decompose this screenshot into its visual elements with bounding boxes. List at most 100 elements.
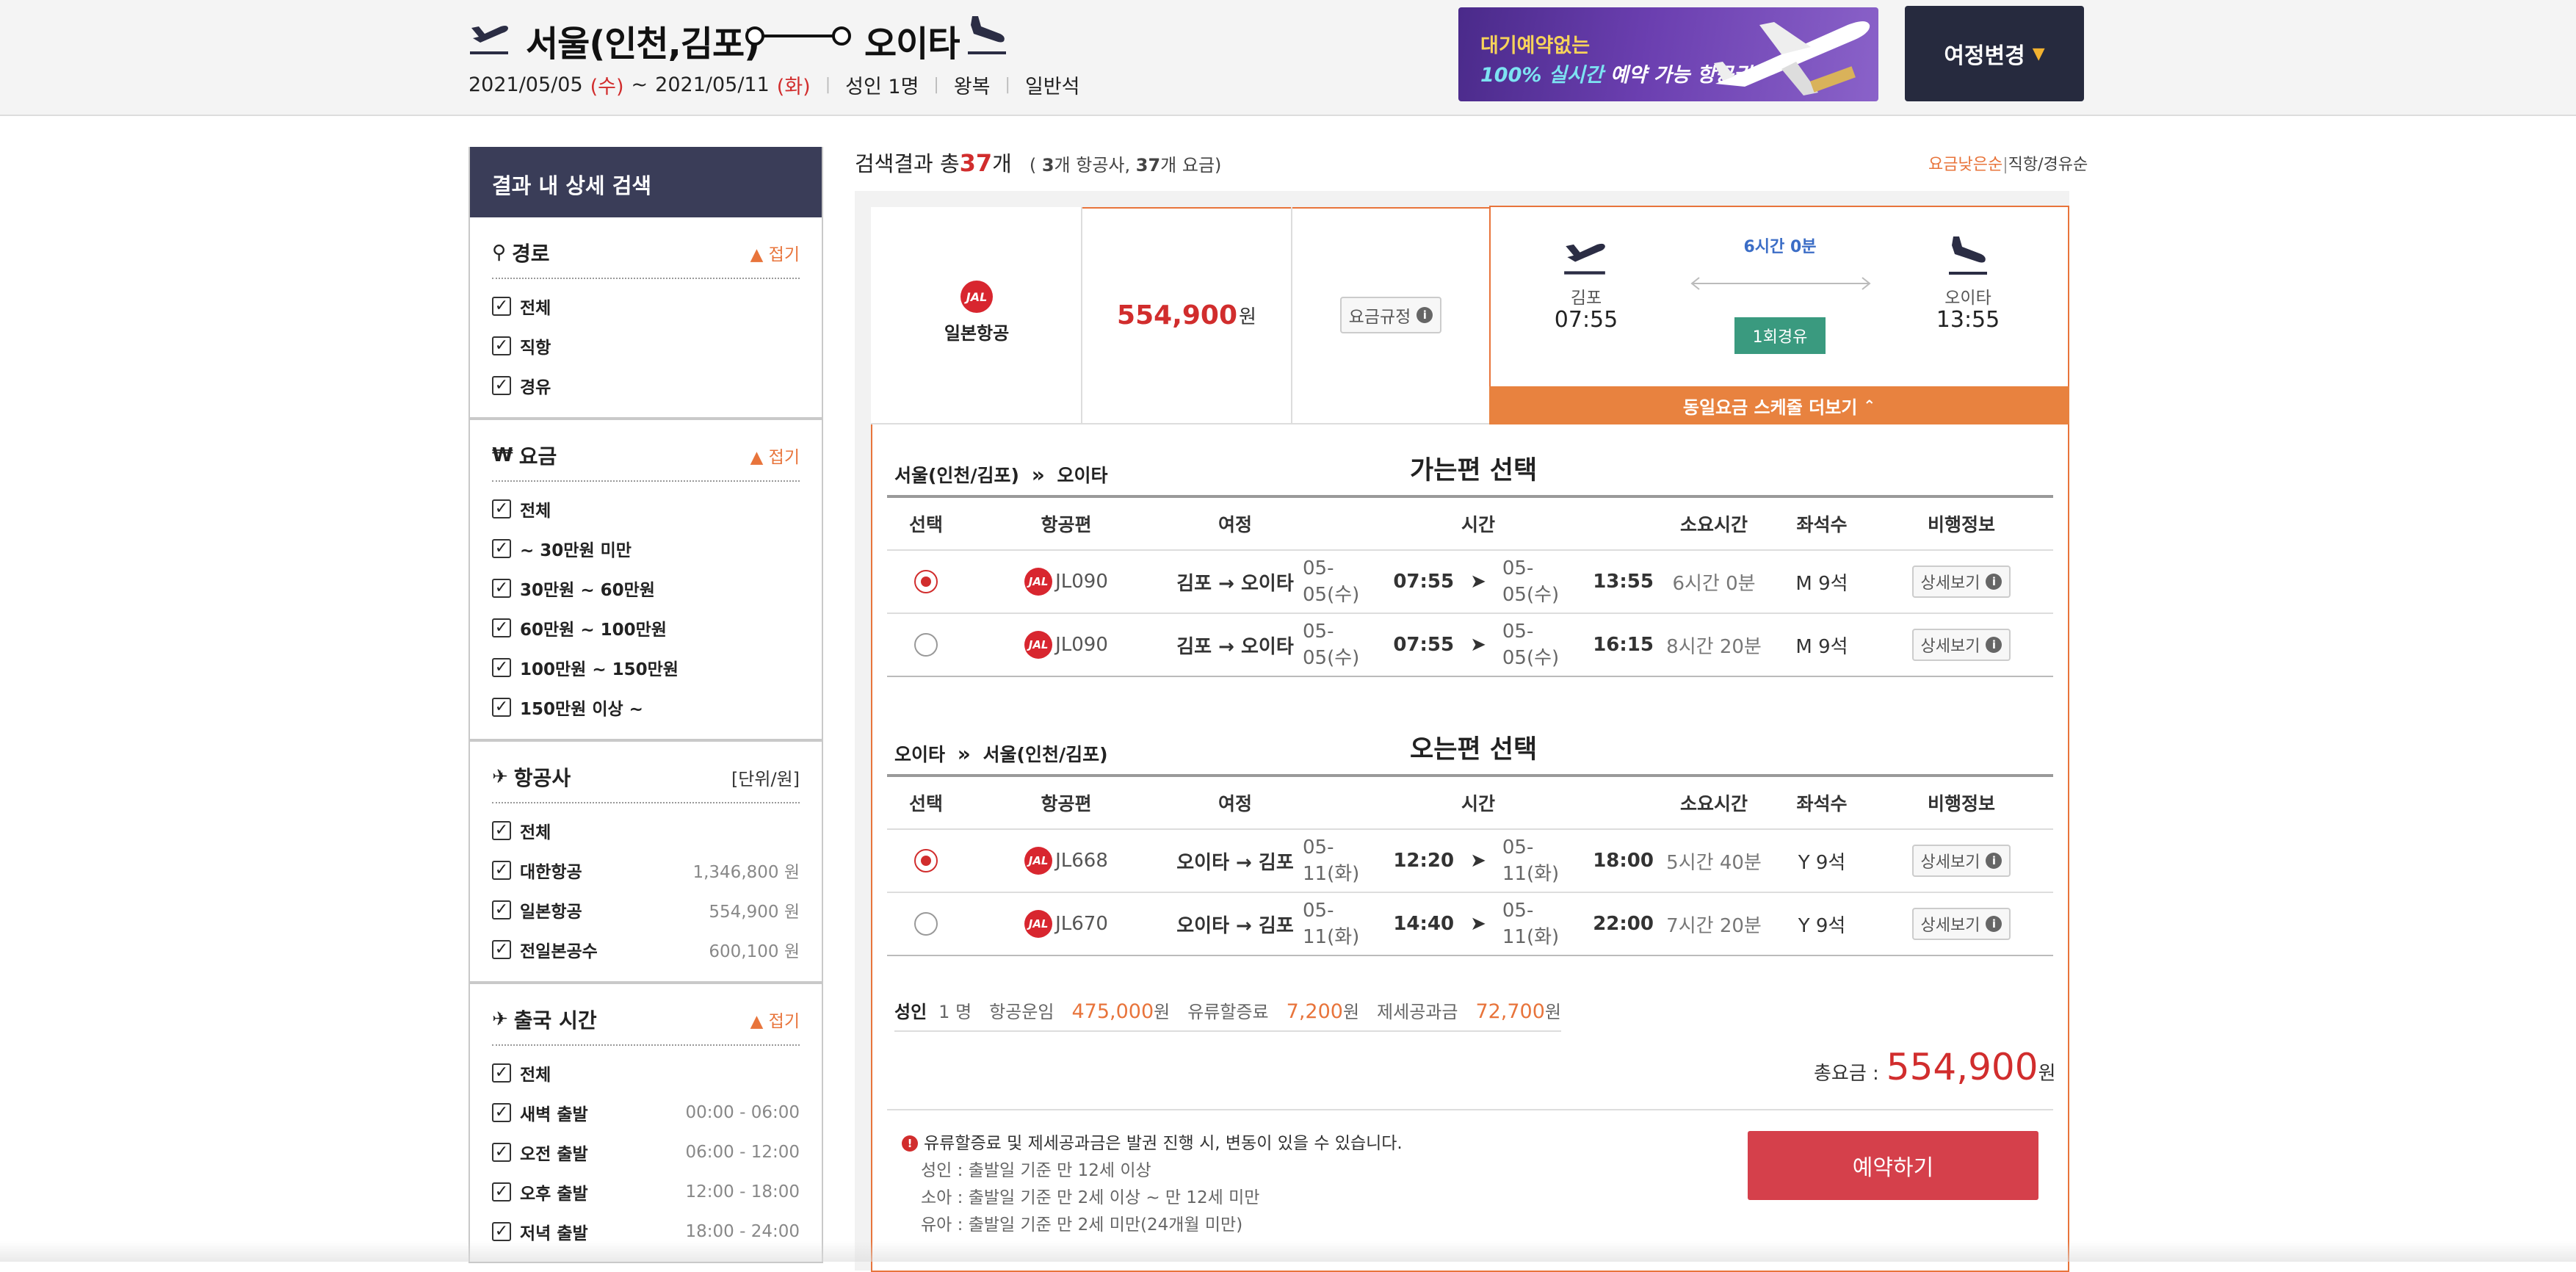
detail-button[interactable]: 상세보기 i xyxy=(1912,629,2011,661)
filter-checkbox[interactable]: ✓ 전체 xyxy=(492,811,800,850)
origin-city: 서울(인천,김포) xyxy=(526,24,760,65)
checkbox-checked-icon[interactable]: ✓ xyxy=(492,940,511,959)
arrow-right-icon: ➤ xyxy=(1470,913,1486,935)
more-schedules-button[interactable]: 동일요금 스케줄 더보기 ⌃ xyxy=(1489,386,2069,424)
filter-checkbox[interactable]: ✓ 경유 xyxy=(492,366,800,405)
filter-checkbox[interactable]: ✓ 100만원 ~ 150만원 xyxy=(492,648,800,687)
departure-icon: ✈ xyxy=(492,1008,508,1030)
warning-icon: ! xyxy=(902,1135,918,1152)
col-header: 좌석수 xyxy=(1796,514,1848,535)
checkbox-checked-icon[interactable]: ✓ xyxy=(492,1222,511,1241)
fold-toggle[interactable]: ▲ 접기 xyxy=(750,240,800,265)
price-cell: 554,900 원 xyxy=(1082,207,1292,424)
sort-options: 요금낮은순|직항/경유순 xyxy=(1928,156,2088,174)
checkbox-checked-icon[interactable]: ✓ xyxy=(492,698,511,717)
info-icon: i xyxy=(1986,916,2002,932)
filter-checkbox[interactable]: ✓ 오전 출발 06:00 - 12:00 xyxy=(492,1132,800,1172)
filter-airline-header: ✈ 항공사 [단위/원] xyxy=(492,752,800,803)
table-row[interactable] xyxy=(887,830,965,892)
filter-checkbox[interactable]: ✓ 대한항공 1,346,800 원 xyxy=(492,850,800,890)
seat-count: Y 9석 xyxy=(1798,914,1846,937)
landing-icon xyxy=(968,16,1006,54)
checkbox-checked-icon[interactable]: ✓ xyxy=(492,539,511,558)
double-chevron-icon: » xyxy=(957,742,971,766)
filter-checkbox[interactable]: ✓ 직항 xyxy=(492,326,800,366)
takeoff-icon xyxy=(470,26,508,54)
fare-rule-button[interactable]: 요금규정 i xyxy=(1340,297,1441,333)
detail-button[interactable]: 상세보기 i xyxy=(1912,565,2011,598)
seat-count: M 9석 xyxy=(1795,572,1848,595)
filter-checkbox[interactable]: ✓ ~ 30만원 미만 xyxy=(492,529,800,568)
radio-selected[interactable] xyxy=(914,849,938,872)
radio-selected[interactable] xyxy=(914,570,938,593)
filter-departure-time: ✈ 출국 시간 ▲ 접기 ✓ 전체 ✓ 새벽 출발 00:00 - 06:00 ✓ 오전 … xyxy=(470,994,822,1251)
filter-checkbox[interactable]: ✓ 전일본공수 600,100 원 xyxy=(492,930,800,969)
filter-checkbox[interactable]: ✓ 오후 출발 12:00 - 18:00 xyxy=(492,1172,800,1212)
checkbox-checked-icon[interactable]: ✓ xyxy=(492,336,511,355)
checkbox-checked-icon[interactable]: ✓ xyxy=(492,900,511,919)
checkbox-checked-icon[interactable]: ✓ xyxy=(492,821,511,840)
promo-banner[interactable]: 대기예약없는 100% 실시간 예약 가능 항공권! xyxy=(1458,7,1878,101)
sort-by-direct[interactable]: 직항/경유순 xyxy=(2008,156,2088,174)
price-unit: 원 xyxy=(1239,306,1256,328)
flight-route: 김포 → 오이타 xyxy=(1176,635,1294,658)
checkbox-checked-icon[interactable]: ✓ xyxy=(492,499,511,518)
won-icon: ₩ xyxy=(492,444,513,466)
checkbox-checked-icon[interactable]: ✓ xyxy=(492,658,511,677)
col-header: 선택 xyxy=(908,514,943,535)
col-header: 선택 xyxy=(908,793,943,814)
checkbox-checked-icon[interactable]: ✓ xyxy=(492,1143,511,1162)
filter-checkbox[interactable]: ✓ 150만원 이상 ~ xyxy=(492,687,800,727)
airplane-icon: ✈ xyxy=(492,766,508,788)
table-row[interactable] xyxy=(887,614,965,676)
inbound-route: 오이타 » 서울(인천/김포) xyxy=(894,742,1108,766)
radio-unselected[interactable] xyxy=(914,912,938,936)
filter-checkbox[interactable]: ✓ 60만원 ~ 100만원 xyxy=(492,608,800,648)
filter-checkbox[interactable]: ✓ 일본항공 554,900 원 xyxy=(492,890,800,930)
fold-toggle[interactable]: ▲ 접기 xyxy=(750,1007,800,1032)
filter-checkbox[interactable]: ✓ 30만원 ~ 60만원 xyxy=(492,568,800,608)
checkbox-checked-icon[interactable]: ✓ xyxy=(492,376,511,395)
duration-arrow xyxy=(1690,277,1871,290)
airline-cell: JAL 일본항공 xyxy=(871,207,1082,424)
checkbox-checked-icon[interactable]: ✓ xyxy=(492,579,511,598)
sort-by-price[interactable]: 요금낮은순 xyxy=(1928,156,2002,174)
change-itinerary-button[interactable]: 여정변경 ▼ xyxy=(1905,6,2084,101)
checkbox-checked-icon[interactable]: ✓ xyxy=(492,297,511,316)
table-row[interactable] xyxy=(887,893,965,955)
date-separator: ~ xyxy=(631,73,648,96)
filter-checkbox[interactable]: ✓ 전체 xyxy=(492,1053,800,1093)
checkbox-checked-icon[interactable]: ✓ xyxy=(492,861,511,880)
info-icon: i xyxy=(1417,307,1433,323)
card-price: 554,900 xyxy=(1117,300,1238,330)
filter-checkbox[interactable]: ✓ 새벽 출발 00:00 - 06:00 xyxy=(492,1093,800,1132)
divider: | xyxy=(933,76,939,94)
route-connector xyxy=(745,26,851,46)
filter-departure-header: ✈ 출국 시간 ▲ 접기 xyxy=(492,994,800,1046)
landing-icon xyxy=(1949,236,1987,275)
book-button[interactable]: 예약하기 xyxy=(1748,1131,2038,1200)
date-from: 2021/05/05 xyxy=(468,73,583,96)
checkbox-checked-icon[interactable]: ✓ xyxy=(492,618,511,637)
divider: | xyxy=(825,76,831,94)
flight-number: JL670 xyxy=(1055,913,1108,935)
checkbox-checked-icon[interactable]: ✓ xyxy=(492,1182,511,1201)
radio-unselected[interactable] xyxy=(914,633,938,657)
detail-button[interactable]: 상세보기 i xyxy=(1912,908,2011,940)
checkbox-checked-icon[interactable]: ✓ xyxy=(492,1103,511,1122)
filter-checkbox[interactable]: ✓ 전체 xyxy=(492,286,800,326)
filter-checkbox[interactable]: ✓ 전체 xyxy=(492,489,800,529)
col-header: 항공편 xyxy=(1041,514,1092,535)
filter-fare-header: ₩ 요금 ▲ 접기 xyxy=(492,430,800,482)
arrow-right-icon: ➤ xyxy=(1470,571,1486,593)
flight-duration: 8시간 20분 xyxy=(1666,635,1762,658)
flight-duration: 6시간 0분 xyxy=(1672,572,1756,595)
fold-toggle[interactable]: ▲ 접기 xyxy=(750,443,800,468)
arrow-right-icon: ➤ xyxy=(1470,850,1486,872)
checkbox-checked-icon[interactable]: ✓ xyxy=(492,1063,511,1083)
filter-airline: ✈ 항공사 [단위/원] ✓ 전체 ✓ 대한항공 1,346,800 원 ✓ 일본항공 55… xyxy=(470,752,822,984)
table-row[interactable] xyxy=(887,551,965,612)
flight-duration: 5시간 40분 xyxy=(1666,851,1762,874)
banner-line1: 대기예약없는 xyxy=(1480,35,1591,57)
detail-button[interactable]: 상세보기 i xyxy=(1912,845,2011,877)
